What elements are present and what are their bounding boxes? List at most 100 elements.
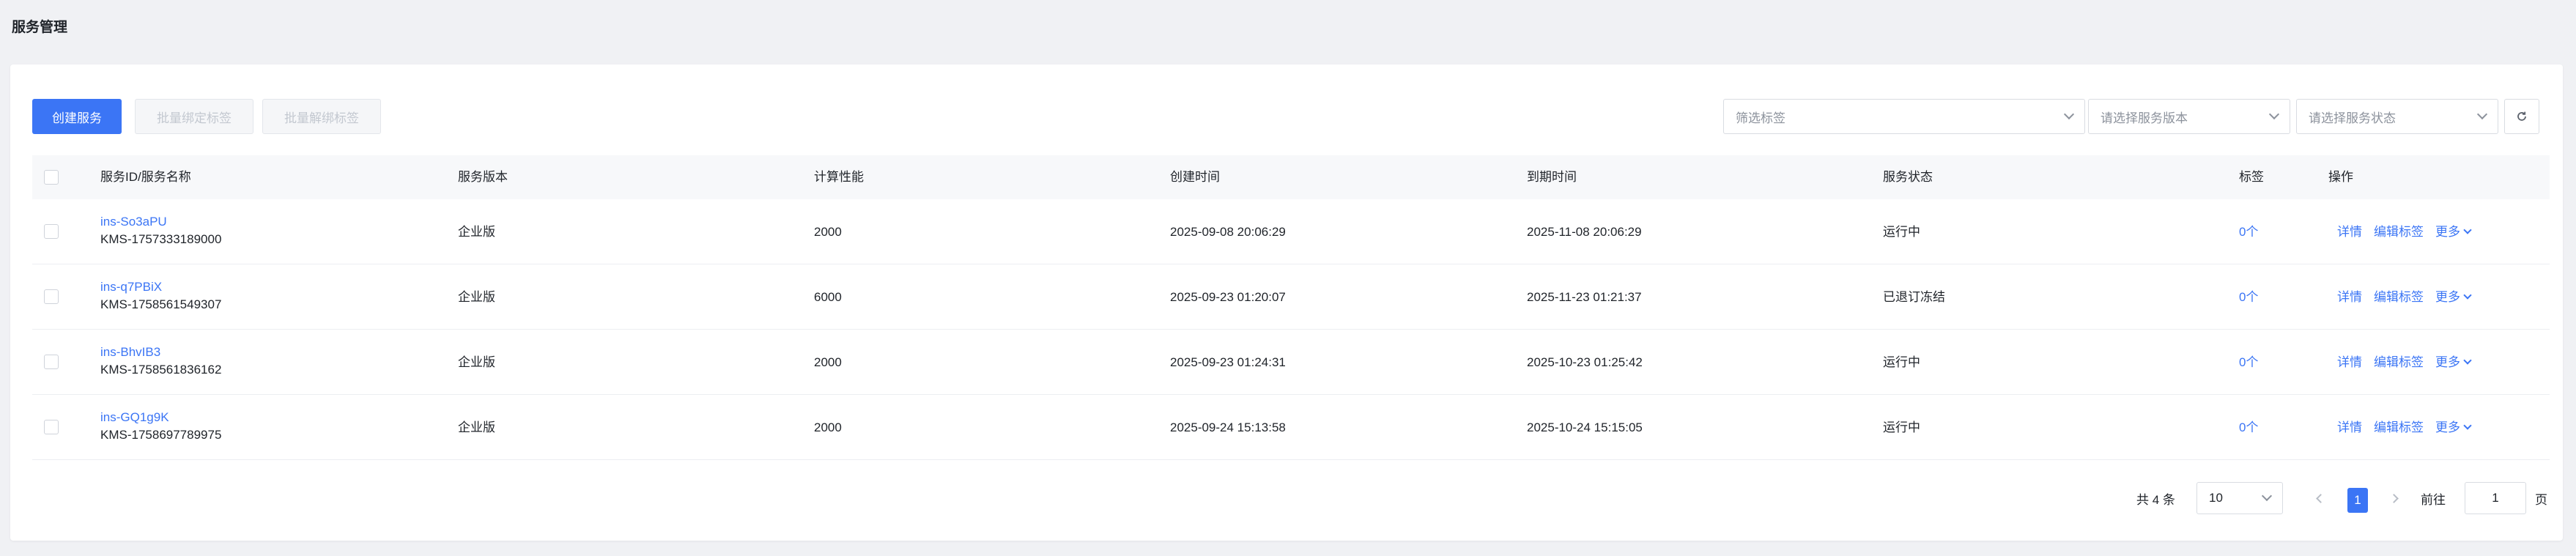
col-expires: 到期时间 bbox=[1527, 170, 1577, 184]
performance-cell: 2000 bbox=[814, 420, 842, 434]
service-name: KMS-1757333189000 bbox=[100, 232, 222, 246]
filter-tags-select[interactable]: 筛选标签 bbox=[1723, 99, 2085, 134]
filter-tags-placeholder: 筛选标签 bbox=[1736, 111, 1785, 125]
service-name: KMS-1758561549307 bbox=[100, 297, 222, 311]
chevron-down-icon bbox=[2463, 421, 2472, 430]
tags-count-link[interactable]: 0个 bbox=[2239, 395, 2258, 460]
service-id-link[interactable]: ins-q7PBiX bbox=[100, 279, 221, 295]
row-checkbox[interactable] bbox=[44, 420, 59, 434]
more-dropdown[interactable]: 更多 bbox=[2435, 199, 2472, 264]
performance-cell: 2000 bbox=[814, 225, 842, 239]
table-row: ins-q7PBiX KMS-1758561549307 企业版 6000 20… bbox=[32, 264, 2550, 330]
chevron-down-icon bbox=[2268, 108, 2280, 120]
select-all-checkbox[interactable] bbox=[44, 170, 59, 185]
page-size-select[interactable]: 10 bbox=[2196, 482, 2283, 514]
more-dropdown[interactable]: 更多 bbox=[2435, 330, 2472, 395]
service-version-select[interactable]: 请选择服务版本 bbox=[2088, 99, 2290, 134]
table-row: ins-BhvIB3 KMS-1758561836162 企业版 2000 20… bbox=[32, 330, 2550, 395]
service-name: KMS-1758561836162 bbox=[100, 363, 222, 377]
row-actions: 详情 编辑标签 更多 bbox=[2337, 330, 2472, 395]
service-name: KMS-1758697789975 bbox=[100, 428, 222, 442]
performance-cell: 6000 bbox=[814, 290, 842, 304]
version-cell: 企业版 bbox=[458, 225, 495, 239]
expires-cell: 2025-11-23 01:21:37 bbox=[1527, 290, 1642, 304]
version-cell: 企业版 bbox=[458, 290, 495, 304]
row-actions: 详情 编辑标签 更多 bbox=[2337, 199, 2472, 264]
more-label: 更多 bbox=[2435, 290, 2460, 304]
refresh-button[interactable] bbox=[2504, 99, 2539, 134]
status-cell: 运行中 bbox=[1883, 355, 1920, 369]
status-cell: 运行中 bbox=[1883, 225, 1920, 239]
goto-page-input[interactable]: 1 bbox=[2465, 482, 2526, 514]
tags-count-link[interactable]: 0个 bbox=[2239, 330, 2258, 395]
expires-cell: 2025-11-08 20:06:29 bbox=[1527, 225, 1642, 239]
id-name-cell: ins-BhvIB3 KMS-1758561836162 bbox=[100, 344, 221, 379]
page-number-current[interactable]: 1 bbox=[2347, 488, 2368, 513]
id-name-cell: ins-GQ1g9K KMS-1758697789975 bbox=[100, 409, 221, 445]
chevron-down-icon bbox=[2261, 490, 2273, 502]
service-status-placeholder: 请选择服务状态 bbox=[2309, 111, 2396, 125]
more-label: 更多 bbox=[2435, 355, 2460, 369]
service-id-link[interactable]: ins-BhvIB3 bbox=[100, 344, 221, 360]
col-performance: 计算性能 bbox=[814, 170, 864, 184]
details-link[interactable]: 详情 bbox=[2337, 395, 2362, 460]
details-link[interactable]: 详情 bbox=[2337, 264, 2362, 330]
prev-page-button[interactable] bbox=[2311, 488, 2330, 508]
more-label: 更多 bbox=[2435, 225, 2460, 239]
performance-cell: 2000 bbox=[814, 355, 842, 369]
tags-count-link[interactable]: 0个 bbox=[2239, 199, 2258, 264]
more-label: 更多 bbox=[2435, 420, 2460, 434]
more-dropdown[interactable]: 更多 bbox=[2435, 395, 2472, 460]
edit-tags-link[interactable]: 编辑标签 bbox=[2374, 330, 2424, 395]
edit-tags-link[interactable]: 编辑标签 bbox=[2374, 395, 2424, 460]
more-dropdown[interactable]: 更多 bbox=[2435, 264, 2472, 330]
next-page-button[interactable] bbox=[2384, 488, 2403, 508]
col-actions: 操作 bbox=[2328, 170, 2353, 184]
table-row: ins-GQ1g9K KMS-1758697789975 企业版 2000 20… bbox=[32, 395, 2550, 460]
col-tags: 标签 bbox=[2239, 170, 2264, 184]
version-cell: 企业版 bbox=[458, 420, 495, 434]
edit-tags-link[interactable]: 编辑标签 bbox=[2374, 199, 2424, 264]
row-checkbox[interactable] bbox=[44, 355, 59, 369]
service-list-card: 创建服务 批量绑定标签 批量解绑标签 筛选标签 请选择服务版本 请选择服务状态 … bbox=[10, 64, 2563, 541]
page-title: 服务管理 bbox=[12, 20, 68, 35]
id-name-cell: ins-So3aPU KMS-1757333189000 bbox=[100, 214, 221, 249]
goto-suffix: 页 bbox=[2535, 492, 2547, 507]
goto-prefix: 前往 bbox=[2421, 492, 2446, 507]
details-link[interactable]: 详情 bbox=[2337, 330, 2362, 395]
expires-cell: 2025-10-24 15:15:05 bbox=[1527, 420, 1643, 434]
table-header: 服务ID/服务名称 服务版本 计算性能 创建时间 到期时间 服务状态 标签 操作 bbox=[32, 155, 2550, 199]
chevron-down-icon bbox=[2063, 108, 2075, 120]
col-version: 服务版本 bbox=[458, 170, 508, 184]
page-size-value: 10 bbox=[2209, 491, 2223, 505]
created-cell: 2025-09-23 01:20:07 bbox=[1170, 290, 1286, 304]
bulk-unbind-tags-button[interactable]: 批量解绑标签 bbox=[262, 99, 381, 134]
details-link[interactable]: 详情 bbox=[2337, 199, 2362, 264]
tags-count-link[interactable]: 0个 bbox=[2239, 264, 2258, 330]
col-status: 服务状态 bbox=[1883, 170, 1933, 184]
service-id-link[interactable]: ins-So3aPU bbox=[100, 214, 221, 230]
created-cell: 2025-09-24 15:13:58 bbox=[1170, 420, 1286, 434]
expires-cell: 2025-10-23 01:25:42 bbox=[1527, 355, 1643, 369]
status-cell: 运行中 bbox=[1883, 420, 1920, 434]
create-service-button[interactable]: 创建服务 bbox=[32, 99, 122, 134]
chevron-down-icon bbox=[2476, 108, 2488, 120]
version-cell: 企业版 bbox=[458, 355, 495, 369]
col-id-name: 服务ID/服务名称 bbox=[100, 170, 191, 184]
row-actions: 详情 编辑标签 更多 bbox=[2337, 395, 2472, 460]
service-version-placeholder: 请选择服务版本 bbox=[2101, 111, 2188, 125]
chevron-left-icon bbox=[2315, 493, 2325, 503]
service-status-select[interactable]: 请选择服务状态 bbox=[2296, 99, 2498, 134]
row-checkbox[interactable] bbox=[44, 224, 59, 239]
status-cell: 已退订冻结 bbox=[1883, 290, 1945, 304]
bulk-bind-tags-button[interactable]: 批量绑定标签 bbox=[135, 99, 253, 134]
edit-tags-link[interactable]: 编辑标签 bbox=[2374, 264, 2424, 330]
service-id-link[interactable]: ins-GQ1g9K bbox=[100, 409, 221, 426]
row-actions: 详情 编辑标签 更多 bbox=[2337, 264, 2472, 330]
pagination-total: 共 4 条 bbox=[2136, 492, 2175, 507]
table-row: ins-So3aPU KMS-1757333189000 企业版 2000 20… bbox=[32, 199, 2550, 264]
row-checkbox[interactable] bbox=[44, 289, 59, 304]
chevron-down-icon bbox=[2463, 356, 2472, 365]
chevron-right-icon bbox=[2388, 493, 2399, 503]
chevron-down-icon bbox=[2463, 226, 2472, 234]
